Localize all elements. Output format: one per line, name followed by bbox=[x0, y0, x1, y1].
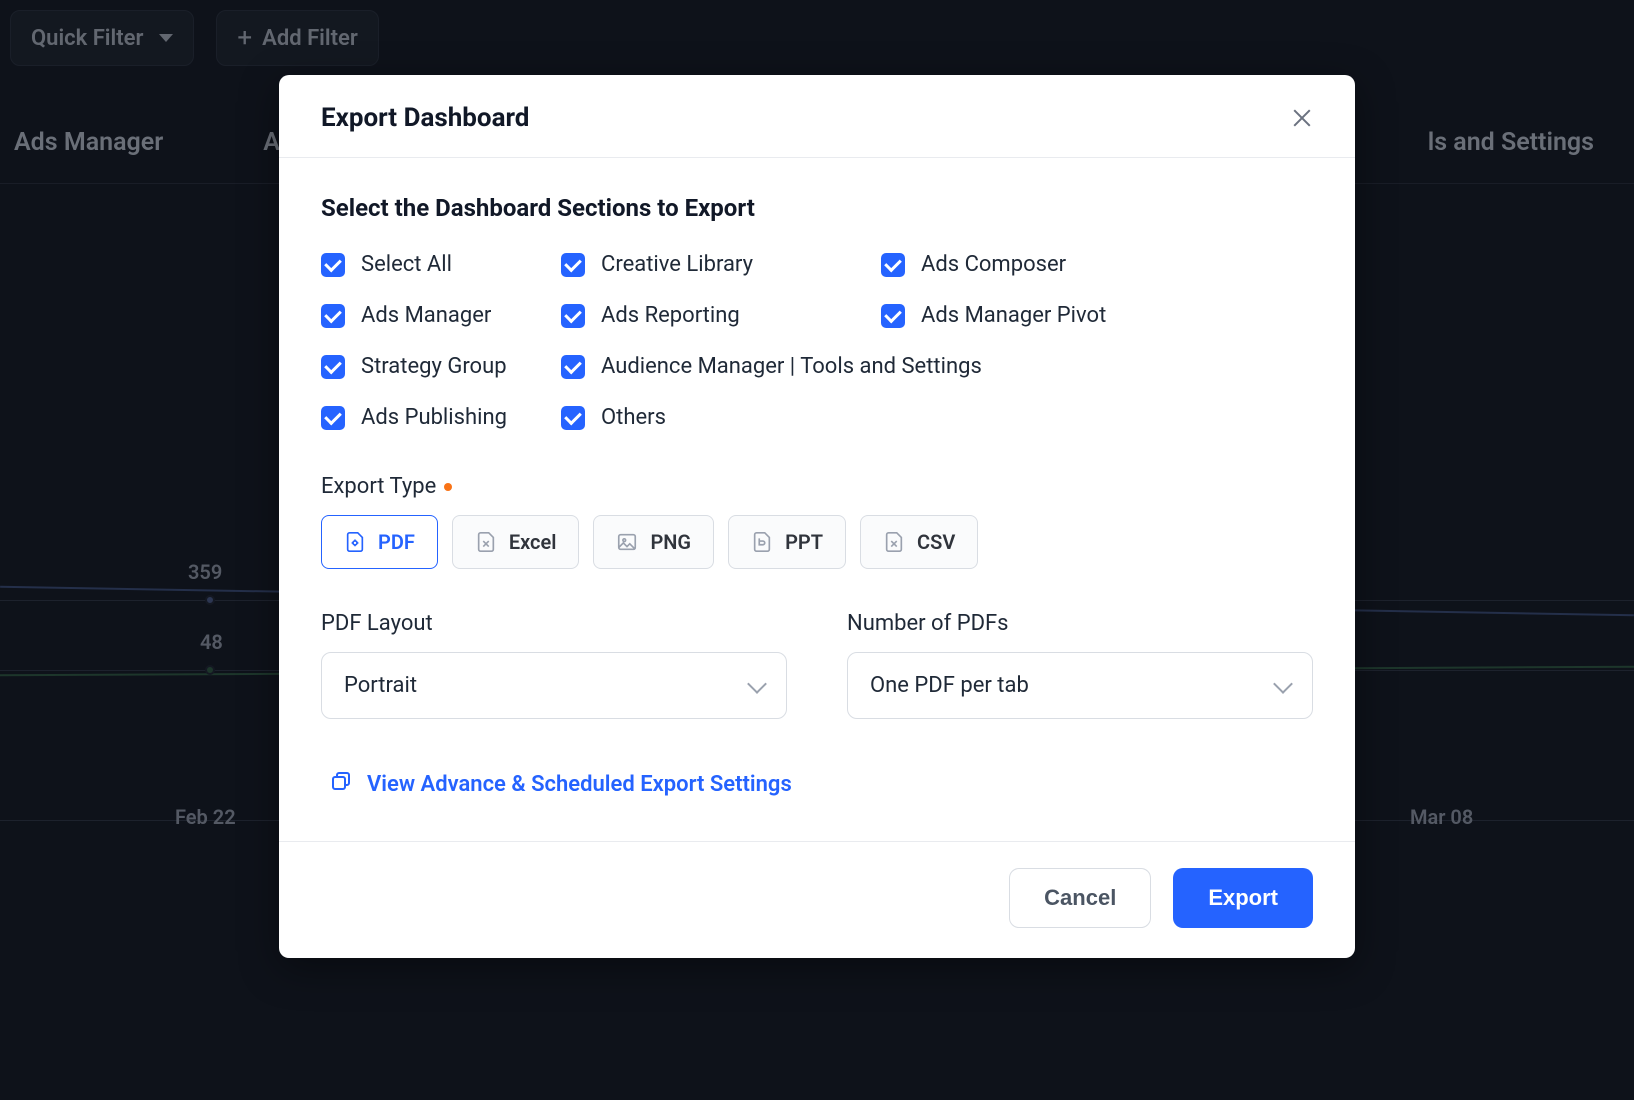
modal-footer: Cancel Export bbox=[279, 841, 1355, 958]
check-icon bbox=[561, 406, 585, 430]
checkbox-label: Ads Manager bbox=[361, 303, 491, 328]
checkbox-label: Select All bbox=[361, 252, 452, 277]
num-pdfs-select[interactable]: One PDF per tab bbox=[847, 652, 1313, 719]
pdf-layout-value: Portrait bbox=[344, 673, 417, 698]
checkbox-ads-manager-pivot[interactable]: Ads Manager Pivot bbox=[881, 303, 1313, 328]
check-icon bbox=[881, 304, 905, 328]
pdf-layout-label: PDF Layout bbox=[321, 611, 787, 636]
checkbox-label: Ads Composer bbox=[921, 252, 1066, 277]
checkbox-ads-manager[interactable]: Ads Manager bbox=[321, 303, 561, 328]
export-type-label: Export Type bbox=[321, 474, 1313, 499]
type-label: PDF bbox=[378, 530, 415, 554]
export-dashboard-modal: Export Dashboard Select the Dashboard Se… bbox=[279, 75, 1355, 958]
checkbox-creative-library[interactable]: Creative Library bbox=[561, 252, 881, 277]
checkbox-ads-publishing[interactable]: Ads Publishing bbox=[321, 405, 561, 430]
export-type-label-text: Export Type bbox=[321, 474, 436, 499]
type-label: Excel bbox=[509, 530, 557, 554]
cancel-button[interactable]: Cancel bbox=[1009, 868, 1151, 928]
close-icon[interactable] bbox=[1291, 107, 1313, 129]
external-link-icon bbox=[329, 769, 353, 799]
checkbox-select-all[interactable]: Select All bbox=[321, 252, 561, 277]
pdf-layout-select[interactable]: Portrait bbox=[321, 652, 787, 719]
checkbox-others[interactable]: Others bbox=[561, 405, 881, 430]
csv-icon bbox=[883, 531, 905, 553]
checkbox-strategy-group[interactable]: Strategy Group bbox=[321, 354, 561, 379]
export-type-row: PDF Excel PNG bbox=[321, 515, 1313, 569]
checkbox-label: Audience Manager | Tools and Settings bbox=[601, 354, 982, 379]
checkbox-label: Ads Publishing bbox=[361, 405, 507, 430]
advanced-link-text: View Advance & Scheduled Export Settings bbox=[367, 772, 792, 797]
excel-icon bbox=[475, 531, 497, 553]
checkbox-label: Strategy Group bbox=[361, 354, 507, 379]
check-icon bbox=[321, 406, 345, 430]
modal-overlay: Export Dashboard Select the Dashboard Se… bbox=[0, 0, 1634, 1100]
ppt-icon bbox=[751, 531, 773, 553]
checkbox-audience-tools[interactable]: Audience Manager | Tools and Settings bbox=[561, 354, 1313, 379]
check-icon bbox=[561, 304, 585, 328]
pdf-icon bbox=[344, 531, 366, 553]
export-button[interactable]: Export bbox=[1173, 868, 1313, 928]
checkbox-label: Others bbox=[601, 405, 666, 430]
type-label: PNG bbox=[650, 530, 691, 554]
type-label: CSV bbox=[917, 530, 955, 554]
checkbox-ads-reporting[interactable]: Ads Reporting bbox=[561, 303, 881, 328]
export-type-png[interactable]: PNG bbox=[593, 515, 714, 569]
advanced-settings-link[interactable]: View Advance & Scheduled Export Settings bbox=[321, 761, 1313, 829]
checkbox-label: Ads Manager Pivot bbox=[921, 303, 1106, 328]
checkbox-ads-composer[interactable]: Ads Composer bbox=[881, 252, 1313, 277]
num-pdfs-label: Number of PDFs bbox=[847, 611, 1313, 636]
sections-heading: Select the Dashboard Sections to Export bbox=[321, 194, 1313, 222]
export-type-pdf[interactable]: PDF bbox=[321, 515, 438, 569]
sections-checkbox-grid: Select All Creative Library Ads Composer… bbox=[321, 252, 1313, 430]
modal-header: Export Dashboard bbox=[279, 75, 1355, 158]
modal-body: Select the Dashboard Sections to Export … bbox=[279, 158, 1355, 841]
check-icon bbox=[321, 304, 345, 328]
num-pdfs-value: One PDF per tab bbox=[870, 673, 1029, 698]
checkbox-label: Ads Reporting bbox=[601, 303, 740, 328]
check-icon bbox=[321, 253, 345, 277]
chevron-down-icon bbox=[1273, 674, 1293, 694]
check-icon bbox=[321, 355, 345, 379]
required-indicator-icon bbox=[444, 483, 452, 491]
chevron-down-icon bbox=[747, 674, 767, 694]
checkbox-label: Creative Library bbox=[601, 252, 753, 277]
export-type-ppt[interactable]: PPT bbox=[728, 515, 846, 569]
export-type-excel[interactable]: Excel bbox=[452, 515, 580, 569]
check-icon bbox=[561, 355, 585, 379]
check-icon bbox=[561, 253, 585, 277]
dropdown-row: PDF Layout Portrait Number of PDFs One P… bbox=[321, 611, 1313, 719]
check-icon bbox=[881, 253, 905, 277]
png-icon bbox=[616, 531, 638, 553]
export-type-csv[interactable]: CSV bbox=[860, 515, 978, 569]
type-label: PPT bbox=[785, 530, 823, 554]
modal-title: Export Dashboard bbox=[321, 103, 529, 133]
